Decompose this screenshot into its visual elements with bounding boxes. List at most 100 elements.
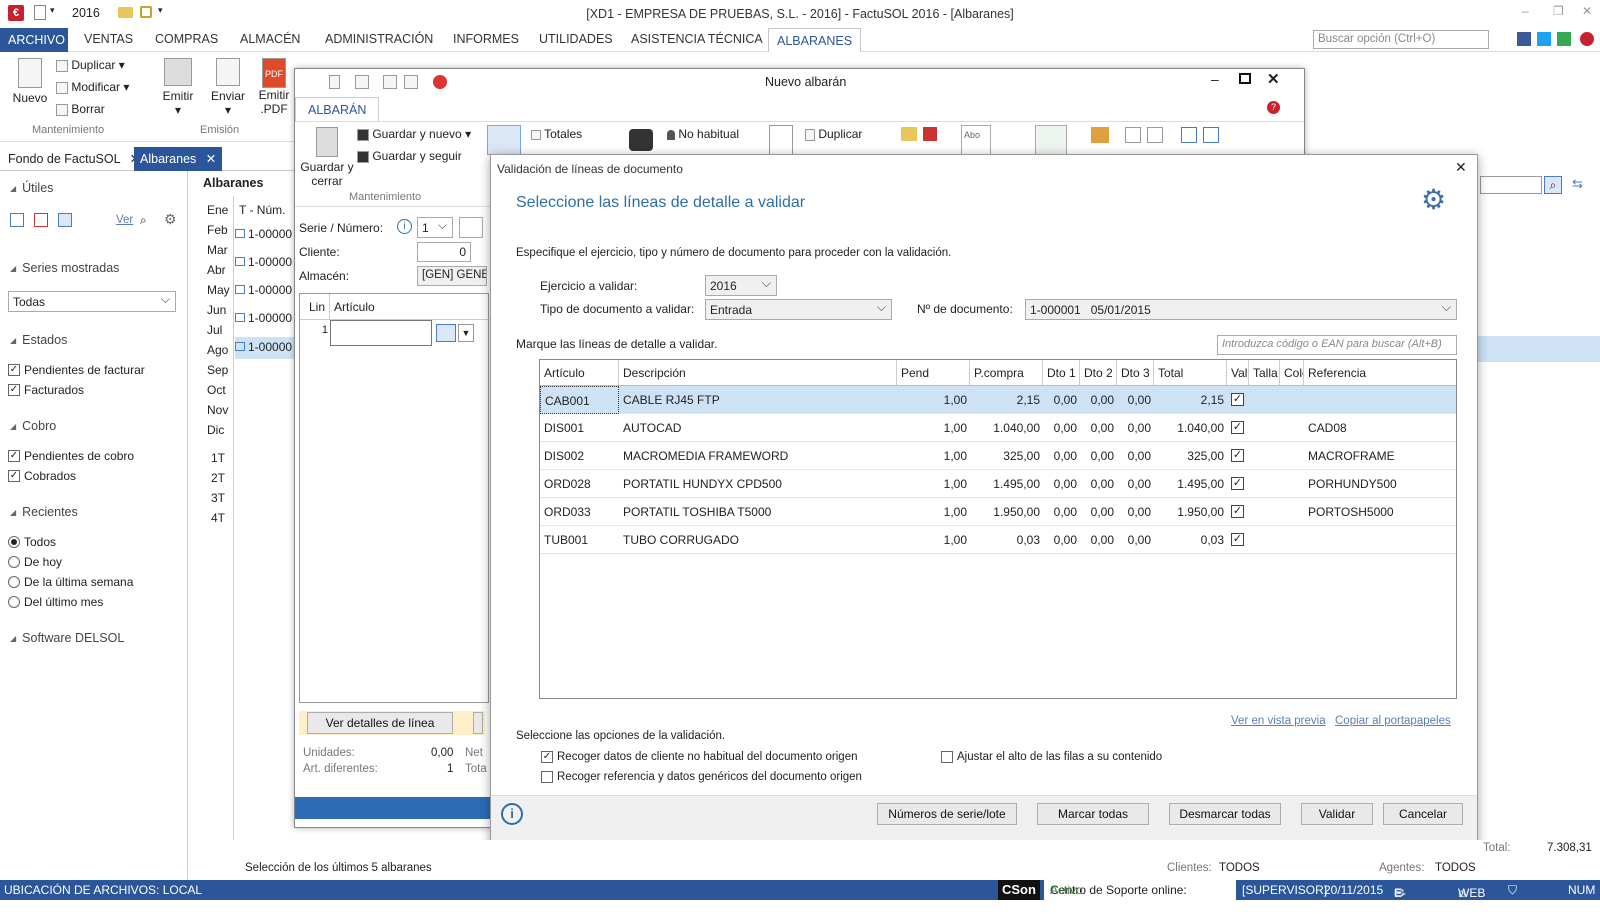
- month-item[interactable]: Mar: [207, 243, 228, 257]
- tab-albaran[interactable]: ALBARÁN: [295, 97, 380, 121]
- col-lin-header[interactable]: Lin: [300, 294, 330, 320]
- twitter-icon[interactable]: [1537, 32, 1551, 46]
- table-row[interactable]: DIS002 MACROMEDIA FRAMEWORD 1,00 325,00 …: [540, 442, 1456, 470]
- right-search-box[interactable]: [1480, 176, 1542, 194]
- month-item[interactable]: Oct: [207, 383, 226, 397]
- portapapeles-link[interactable]: Copiar al portapapeles: [1335, 715, 1451, 727]
- info-icon[interactable]: i: [397, 219, 412, 234]
- abono-icon[interactable]: Abo: [961, 125, 991, 155]
- header-pcompra[interactable]: P.compra: [970, 360, 1043, 386]
- totales-button[interactable]: Totales: [531, 127, 582, 141]
- opt-ajustar-checkbox[interactable]: Ajustar el alto de las filas a su conten…: [941, 751, 1162, 763]
- close-icon[interactable]: ✕: [1267, 70, 1280, 88]
- col-articulo-header[interactable]: Artículo: [330, 294, 490, 320]
- search-icon[interactable]: ⌕: [140, 213, 147, 228]
- list-item[interactable]: 1-00000: [235, 283, 295, 303]
- document-icon[interactable]: [769, 125, 793, 155]
- cancel-icon[interactable]: [433, 75, 448, 89]
- menu-compras[interactable]: COMPRAS: [155, 32, 218, 46]
- new-doc-icon[interactable]: [329, 75, 340, 89]
- month-item[interactable]: Nov: [207, 403, 228, 417]
- calendar-icon[interactable]: [10, 213, 24, 227]
- column-header[interactable]: T - Núm.: [239, 203, 285, 217]
- shield-icon[interactable]: ⛉: [1508, 883, 1517, 898]
- header-color[interactable]: Colc: [1280, 360, 1304, 386]
- flags-icon[interactable]: [901, 127, 917, 141]
- emitir-button[interactable]: Emitir ▾: [158, 58, 198, 117]
- desmarcar-todas-button[interactable]: Desmarcar todas: [1169, 803, 1281, 825]
- quarter-item[interactable]: 1T: [211, 451, 225, 465]
- quarter-item[interactable]: 2T: [211, 471, 225, 485]
- borrar-button[interactable]: Borrar: [56, 102, 105, 116]
- menu-informes[interactable]: INFORMES: [453, 32, 519, 46]
- quarter-item[interactable]: 4T: [211, 511, 225, 525]
- google-icon[interactable]: [1557, 32, 1571, 46]
- val-checkbox[interactable]: ✓: [1231, 421, 1244, 434]
- menu-albaranes[interactable]: ALBARANES: [768, 28, 862, 52]
- pendientes-facturar-checkbox[interactable]: ✓ Pendientes de facturar: [8, 363, 145, 377]
- ver-link[interactable]: Ver: [116, 214, 133, 226]
- table-row[interactable]: TUB001 TUBO CORRUGADO 1,00 0,03 0,00 0,0…: [540, 526, 1456, 554]
- refresh-icon[interactable]: ⇆: [1572, 176, 1583, 192]
- maximize-icon[interactable]: [1239, 73, 1251, 84]
- save-icon[interactable]: [355, 75, 370, 89]
- header-dto2[interactable]: Dto 2: [1080, 360, 1117, 386]
- val-checkbox[interactable]: ✓: [1231, 393, 1244, 406]
- header-total[interactable]: Total: [1154, 360, 1227, 386]
- ultima-semana-radio[interactable]: De la última semana: [8, 575, 133, 589]
- header-referencia[interactable]: Referencia: [1304, 360, 1456, 386]
- header-dto3[interactable]: Dto 3: [1117, 360, 1154, 386]
- todos-radio[interactable]: Todos: [8, 535, 56, 549]
- opt-cliente-checkbox[interactable]: ✓ Recoger datos de cliente no habitual de…: [541, 751, 857, 763]
- month-item[interactable]: Jun: [207, 303, 226, 317]
- stack-icon[interactable]: [1147, 127, 1163, 143]
- estados-header[interactable]: Estados: [10, 333, 67, 347]
- help-icon[interactable]: ?: [1267, 101, 1280, 114]
- duplicar-button[interactable]: Duplicar: [805, 127, 862, 141]
- minimize-icon[interactable]: –: [1522, 4, 1529, 18]
- code-search-input[interactable]: Introduzca código o EAN para buscar (Alt…: [1217, 335, 1457, 355]
- close-icon[interactable]: ✕: [1582, 4, 1592, 18]
- almacen-select[interactable]: [GEN] GENE: [417, 266, 487, 286]
- cliente-input[interactable]: 0: [417, 242, 471, 262]
- val-checkbox[interactable]: ✓: [1231, 477, 1244, 490]
- guardar-cerrar-button[interactable]: Guardar y cerrar: [299, 127, 355, 188]
- menu-administracion[interactable]: ADMINISTRACIÓN: [325, 32, 433, 46]
- header-descripcion[interactable]: Descripción: [619, 360, 897, 386]
- ultimo-mes-radio[interactable]: Del último mes: [8, 595, 103, 609]
- list-item[interactable]: 1-00000: [235, 227, 295, 247]
- list-item[interactable]: 1-00000: [235, 311, 295, 331]
- tab-fondo[interactable]: Fondo de FactuSOL ✕: [2, 147, 146, 171]
- list-item-selected[interactable]: 1-00000: [235, 337, 295, 359]
- menu-ventas[interactable]: VENTAS: [84, 32, 133, 46]
- tipo-select[interactable]: Entrada: [705, 299, 892, 320]
- table-row[interactable]: DIS001 AUTOCAD 1,00 1.040,00 0,00 0,00 0…: [540, 414, 1456, 442]
- info-icon[interactable]: i: [501, 803, 523, 825]
- val-checkbox[interactable]: ✓: [1231, 533, 1244, 546]
- red-icon[interactable]: [923, 127, 937, 141]
- list-item[interactable]: 1-00000: [235, 255, 295, 275]
- month-item[interactable]: Sep: [207, 363, 228, 377]
- table-row[interactable]: CAB001 CABLE RJ45 FTP 1,00 2,15 0,00 0,0…: [540, 386, 1456, 414]
- abc-icon[interactable]: [1125, 127, 1141, 143]
- header-dto1[interactable]: Dto 1: [1043, 360, 1080, 386]
- serie-select[interactable]: 1: [417, 217, 453, 238]
- numero-input[interactable]: [459, 217, 483, 238]
- marcar-todas-button[interactable]: Marcar todas: [1037, 803, 1149, 825]
- month-item[interactable]: Dic: [207, 423, 224, 437]
- search-option-input[interactable]: Buscar opción (Ctrl+O): [1313, 30, 1489, 49]
- articulo-input[interactable]: [330, 320, 432, 346]
- tasks-icon[interactable]: [34, 213, 48, 227]
- month-item[interactable]: Abr: [207, 263, 226, 277]
- users-icon[interactable]: [1091, 127, 1109, 143]
- totales-icon[interactable]: [487, 125, 521, 155]
- enviar-button[interactable]: Enviar ▾: [208, 58, 248, 117]
- dropdown-arrow-icon[interactable]: ▼: [458, 324, 474, 342]
- agenda-icon[interactable]: [58, 213, 72, 227]
- ver-detalles-button[interactable]: Ver detalles de línea: [307, 712, 453, 734]
- ejercicio-select[interactable]: 2016: [705, 275, 777, 296]
- close-icon[interactable]: ✕: [1455, 159, 1467, 176]
- print-icon[interactable]: [382, 75, 397, 89]
- no-habitual-button[interactable]: No habitual: [667, 127, 739, 141]
- recientes-header[interactable]: Recientes: [10, 505, 78, 519]
